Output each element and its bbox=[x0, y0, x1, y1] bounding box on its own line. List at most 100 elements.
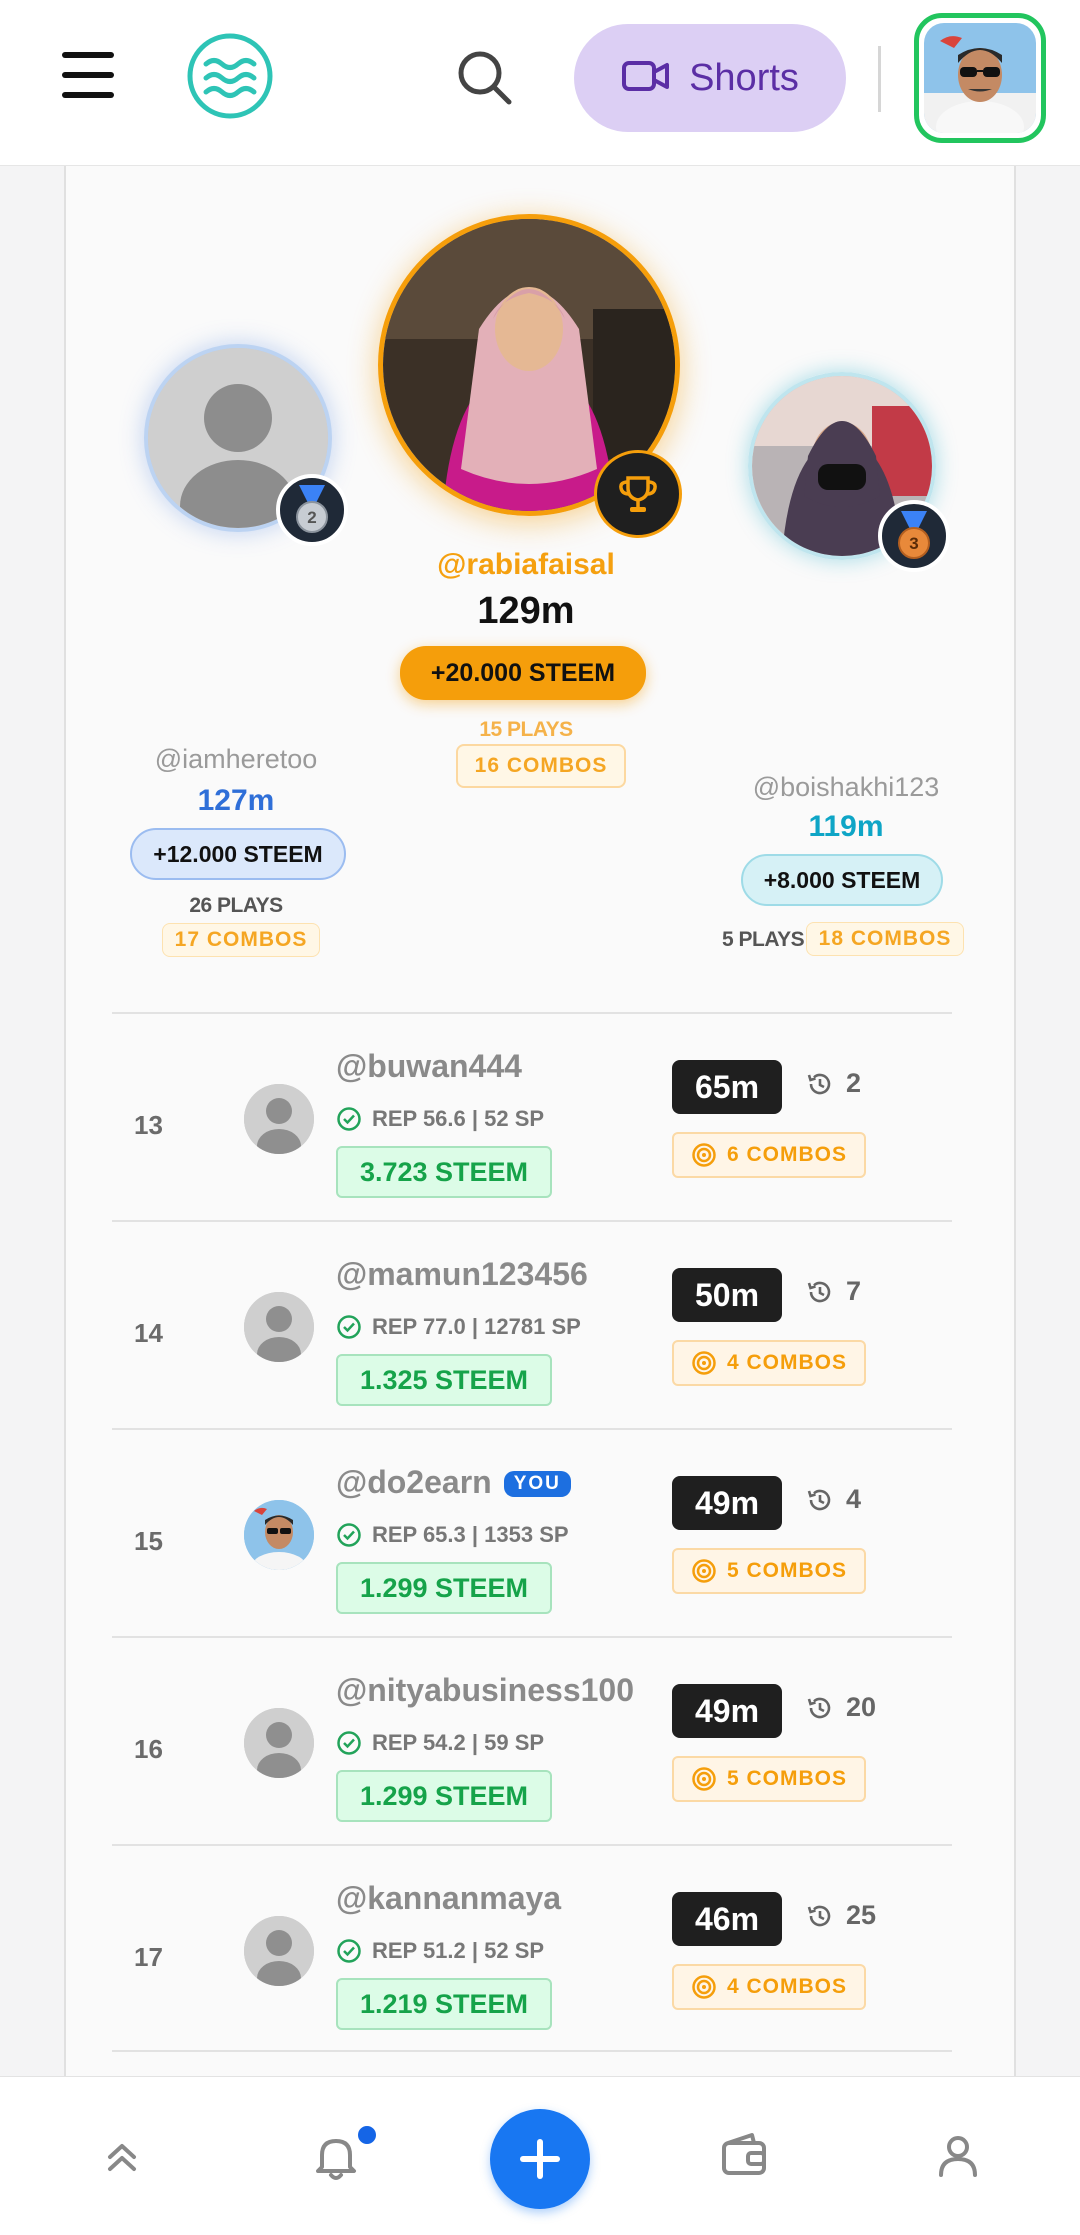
silver-badge-number: 2 bbox=[307, 508, 316, 527]
row-combos: 5 COMBOS bbox=[726, 1767, 847, 1790]
target-icon bbox=[692, 1975, 716, 1999]
row-steem-reward: 3.723 STEEM bbox=[336, 1146, 552, 1198]
history-icon bbox=[807, 1905, 831, 1926]
row-combos: 4 COMBOS bbox=[726, 1975, 847, 1998]
video-camera-icon bbox=[621, 58, 671, 99]
row-rank: 17 bbox=[134, 1942, 163, 1972]
podium-first-combos: 16 COMBOS bbox=[456, 744, 626, 788]
row-rank: 15 bbox=[134, 1526, 163, 1556]
podium-third-combos: 18 COMBOS bbox=[806, 922, 964, 956]
podium-third-username: @boishakhi123 bbox=[752, 772, 940, 802]
notification-dot bbox=[355, 2123, 379, 2147]
header-divider bbox=[878, 46, 881, 112]
row-username[interactable]: @do2earn YOU bbox=[336, 1464, 571, 1501]
podium-second[interactable]: 2 @iamheretoo 127m +12.000 STEEM 26 PLAY… bbox=[116, 334, 356, 974]
row-rep: REP 56.6 | 52 SP bbox=[372, 1106, 545, 1131]
row-rep: REP 65.3 | 1353 SP bbox=[372, 1522, 569, 1547]
row-steem-reward: 1.299 STEEM bbox=[336, 1770, 552, 1822]
profile-avatar[interactable] bbox=[914, 13, 1046, 143]
row-score: 49m bbox=[672, 1476, 782, 1530]
row-steem-reward: 1.219 STEEM bbox=[336, 1978, 552, 2030]
podium-third[interactable]: 3 @boishakhi123 119m +8.000 STEEM 5 PLAY… bbox=[686, 362, 1006, 982]
row-steem-reward: 1.325 STEEM bbox=[336, 1354, 552, 1406]
row-avatar-placeholder bbox=[244, 1292, 314, 1362]
row-plays: 25 bbox=[846, 1900, 877, 1930]
podium-third-plays: 5 PLAYS bbox=[722, 928, 805, 951]
row-plays: 4 bbox=[846, 1484, 862, 1514]
row-rank: 13 bbox=[134, 1110, 163, 1140]
row-plays: 20 bbox=[846, 1692, 877, 1722]
target-icon bbox=[692, 1767, 716, 1791]
row-rank: 16 bbox=[134, 1734, 163, 1764]
leaderboard-row[interactable]: 14 @mamun123456 REP 77.0 | 12781 SP 1.32… bbox=[112, 1220, 952, 1428]
leaderboard-panel: 2 @iamheretoo 127m +12.000 STEEM 26 PLAY… bbox=[64, 166, 1016, 2076]
waves-logo-icon[interactable] bbox=[186, 32, 274, 120]
row-username[interactable]: @kannanmaya bbox=[336, 1880, 561, 1917]
podium-first[interactable]: @rabiafaisal 129m +20.000 STEEM 15 PLAYS… bbox=[376, 214, 682, 974]
podium-third-score: 119m bbox=[808, 810, 884, 843]
podium-first-reward: +20.000 STEEM bbox=[400, 646, 646, 700]
podium-second-reward: +12.000 STEEM bbox=[130, 828, 346, 880]
row-score: 65m bbox=[672, 1060, 782, 1114]
row-score: 49m bbox=[672, 1684, 782, 1738]
leaderboard-row[interactable]: 13 @buwan444 REP 56.6 | 52 SP 3.723 STEE… bbox=[112, 1012, 952, 1220]
check-circle-icon bbox=[337, 1523, 361, 1547]
check-circle-icon bbox=[337, 1939, 361, 1963]
row-username[interactable]: @buwan444 bbox=[336, 1048, 522, 1085]
row-plays: 7 bbox=[846, 1276, 862, 1306]
podium-first-plays: 15 PLAYS bbox=[479, 718, 573, 741]
history-icon bbox=[807, 1489, 831, 1510]
target-icon bbox=[692, 1351, 716, 1375]
history-icon bbox=[807, 1281, 831, 1302]
podium-second-combos: 17 COMBOS bbox=[162, 923, 320, 957]
row-rep: REP 51.2 | 52 SP bbox=[372, 1938, 545, 1963]
row-combos: 6 COMBOS bbox=[726, 1143, 847, 1166]
bronze-badge-number: 3 bbox=[909, 534, 918, 553]
shorts-button[interactable]: Shorts bbox=[574, 24, 846, 132]
podium-second-score: 127m bbox=[197, 784, 275, 817]
target-icon bbox=[692, 1143, 716, 1167]
row-username[interactable]: @mamun123456 bbox=[336, 1256, 588, 1293]
search-icon[interactable] bbox=[455, 48, 515, 108]
leaderboard-row-current-user[interactable]: 15 @do2earn YOU REP 65.3 | 1353 SP 1.299 … bbox=[112, 1428, 952, 1636]
trophy-icon bbox=[594, 450, 682, 538]
silver-medal-icon: 2 bbox=[276, 474, 348, 546]
row-rep: REP 54.2 | 59 SP bbox=[372, 1730, 545, 1755]
bottom-navigation bbox=[0, 2076, 1080, 2235]
history-icon bbox=[807, 1073, 831, 1094]
leaderboard-row[interactable]: 17 @kannanmaya REP 51.2 | 52 SP 1.219 ST… bbox=[112, 1844, 952, 2052]
bronze-medal-icon: 3 bbox=[878, 500, 950, 572]
row-combos: 4 COMBOS bbox=[726, 1351, 847, 1374]
check-circle-icon bbox=[337, 1107, 361, 1131]
podium-first-username: @rabiafaisal bbox=[437, 548, 615, 581]
row-username[interactable]: @nityabusiness100 bbox=[336, 1672, 634, 1709]
shorts-label: Shorts bbox=[689, 56, 799, 99]
check-circle-icon bbox=[337, 1315, 361, 1339]
hamburger-menu-icon[interactable] bbox=[58, 52, 118, 98]
podium-second-username: @iamheretoo bbox=[154, 744, 318, 774]
row-avatar-placeholder bbox=[244, 1084, 314, 1154]
target-icon bbox=[692, 1559, 716, 1583]
wallet-icon[interactable] bbox=[714, 2127, 774, 2187]
row-avatar-user bbox=[244, 1500, 314, 1570]
row-score: 46m bbox=[672, 1892, 782, 1946]
podium-second-plays: 26 PLAYS bbox=[189, 894, 283, 917]
row-rep: REP 77.0 | 12781 SP bbox=[372, 1314, 581, 1339]
row-combos: 5 COMBOS bbox=[726, 1559, 847, 1582]
double-chevron-up-icon[interactable] bbox=[92, 2127, 152, 2187]
user-profile-icon[interactable] bbox=[928, 2127, 988, 2187]
you-badge: YOU bbox=[503, 1471, 571, 1497]
row-plays: 2 bbox=[846, 1068, 862, 1098]
row-rank: 14 bbox=[134, 1318, 163, 1348]
history-icon bbox=[807, 1697, 831, 1718]
podium-first-score: 129m bbox=[477, 590, 575, 632]
row-avatar-placeholder bbox=[244, 1708, 314, 1778]
create-plus-button[interactable] bbox=[490, 2109, 590, 2209]
row-steem-reward: 1.299 STEEM bbox=[336, 1562, 552, 1614]
leaderboard-row[interactable]: 16 @nityabusiness100 REP 54.2 | 59 SP 1.… bbox=[112, 1636, 952, 1844]
check-circle-icon bbox=[337, 1731, 361, 1755]
plus-icon bbox=[520, 2139, 560, 2179]
row-score: 50m bbox=[672, 1268, 782, 1322]
row-avatar-placeholder bbox=[244, 1916, 314, 1986]
podium-third-reward: +8.000 STEEM bbox=[741, 854, 943, 906]
